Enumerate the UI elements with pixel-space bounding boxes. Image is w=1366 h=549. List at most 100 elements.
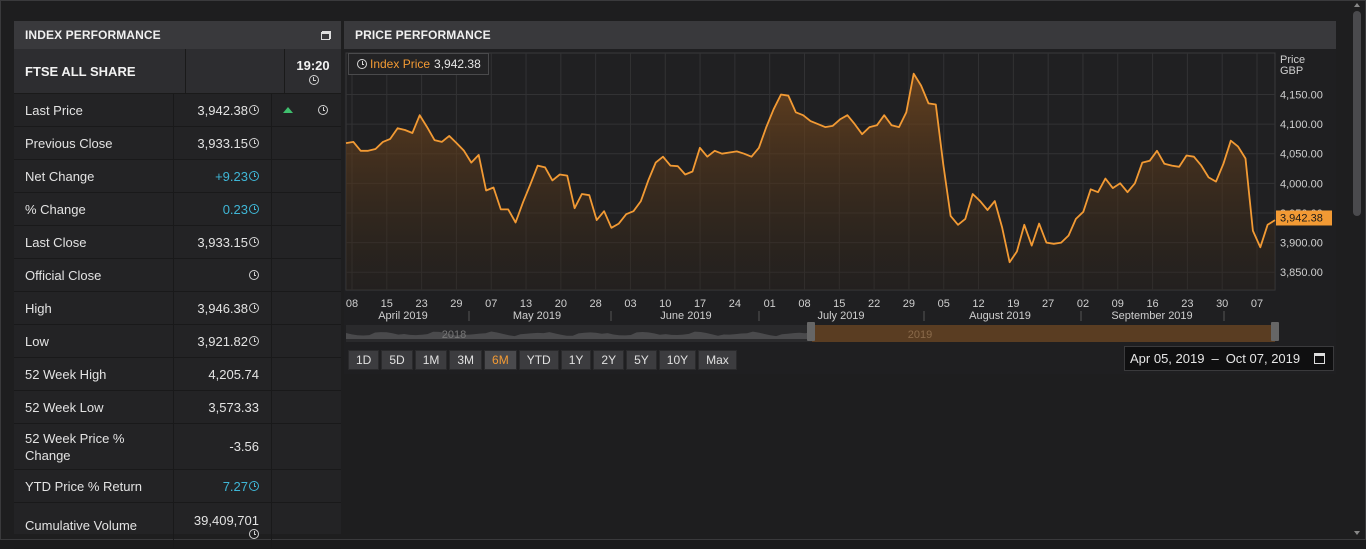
- x-tick-label: 09: [1112, 298, 1124, 310]
- price-chart: 4,150.004,100.004,050.004,000.003,950.00…: [344, 49, 1336, 374]
- stat-value: 3,921.82: [174, 325, 272, 357]
- stat-value: 3,933.15: [174, 226, 272, 258]
- clock-icon: [249, 481, 259, 491]
- x-tick-label: 07: [485, 298, 497, 310]
- clock-icon: [357, 59, 367, 69]
- x-tick-label: 15: [381, 298, 393, 310]
- navigator-handle-left: [807, 322, 815, 341]
- stat-value: 4,205.74: [174, 358, 272, 390]
- scroll-up-icon[interactable]: [1354, 3, 1360, 7]
- index-performance-header: INDEX PERFORMANCE: [14, 21, 341, 49]
- stat-label: Last Price: [14, 94, 174, 126]
- y-tick-label: 4,050.00: [1280, 149, 1323, 161]
- table-row: High 3,946.38: [14, 292, 341, 325]
- table-row: Last Price 3,942.38: [14, 94, 341, 127]
- stat-value-text: -3.56: [229, 439, 259, 454]
- x-tick-label: 16: [1146, 298, 1158, 310]
- x-tick-label: 29: [903, 298, 915, 310]
- date-to[interactable]: Oct 07, 2019: [1226, 351, 1300, 366]
- x-tick-label: 17: [694, 298, 706, 310]
- y-tick-label: 4,150.00: [1280, 89, 1323, 101]
- x-tick-label: 12: [972, 298, 984, 310]
- table-row: Net Change +9.23: [14, 160, 341, 193]
- range-button-6m[interactable]: 6M: [484, 350, 517, 370]
- stat-label: YTD Price % Return: [14, 470, 174, 502]
- table-row: Last Close 3,933.15: [14, 226, 341, 259]
- x-month-label: May 2019: [513, 310, 561, 322]
- stat-value-text: +9.23: [215, 168, 248, 184]
- x-tick-label: 08: [346, 298, 358, 310]
- price-performance-header: PRICE PERFORMANCE: [344, 21, 1336, 49]
- x-tick-label: 19: [1007, 298, 1019, 310]
- scrollbar-thumb[interactable]: [1353, 11, 1361, 216]
- range-button-ytd[interactable]: YTD: [518, 350, 559, 370]
- x-tick-label: 20: [555, 298, 567, 310]
- y-tick-label: 4,100.00: [1280, 119, 1323, 131]
- table-row: Cumulative Volume 39,409,701: [14, 503, 341, 549]
- legend-series-name: Index Price: [370, 57, 431, 71]
- scroll-down-icon[interactable]: [1354, 531, 1360, 535]
- y-tick-label: 4,000.00: [1280, 178, 1323, 190]
- stat-label: Last Close: [14, 226, 174, 258]
- clock-icon: [249, 237, 259, 247]
- range-selector: 1D 5D 1M 3M 6M YTD 1Y 2Y 5Y 10Y Max: [348, 350, 737, 370]
- x-tick-label: 29: [450, 298, 462, 310]
- stat-value: -3.56: [174, 424, 272, 469]
- y-tick-label: 3,900.00: [1280, 238, 1323, 250]
- range-button-10y[interactable]: 10Y: [658, 350, 697, 370]
- table-row: YTD Price % Return 7.27: [14, 470, 341, 503]
- popout-icon[interactable]: [321, 30, 331, 40]
- table-row: 52 Week High 4,205.74: [14, 358, 341, 391]
- stat-label: 52 Week Price % Change: [14, 424, 174, 469]
- stat-label: High: [14, 292, 174, 324]
- date-from[interactable]: Apr 05, 2019: [1130, 351, 1204, 366]
- x-tick-label: 23: [1181, 298, 1193, 310]
- x-tick-label: 13: [520, 298, 532, 310]
- clock-icon: [249, 303, 259, 313]
- y-tick-label: 3,850.00: [1280, 267, 1323, 279]
- x-month-label: June 2019: [660, 310, 711, 322]
- index-performance-panel: INDEX PERFORMANCE FTSE ALL SHARE 19:20 L…: [14, 21, 341, 549]
- range-button-1d[interactable]: 1D: [348, 350, 380, 370]
- x-tick-label: 15: [833, 298, 845, 310]
- x-month-label: September 2019: [1111, 310, 1192, 322]
- stat-value: 39,409,701: [174, 503, 272, 548]
- index-subheader: FTSE ALL SHARE 19:20: [14, 49, 341, 94]
- range-button-1y[interactable]: 1Y: [560, 350, 592, 370]
- range-button-5d[interactable]: 5D: [381, 350, 413, 370]
- price-chart-svg[interactable]: 4,150.004,100.004,050.004,000.003,950.00…: [344, 49, 1336, 374]
- range-button-3m[interactable]: 3M: [449, 350, 483, 370]
- range-button-2y[interactable]: 2Y: [593, 350, 625, 370]
- range-button-5y[interactable]: 5Y: [626, 350, 657, 370]
- up-arrow-icon: [283, 107, 293, 113]
- table-row: Official Close: [14, 259, 341, 292]
- clock-icon: [249, 105, 259, 115]
- chart-legend[interactable]: Index Price 3,942.38: [348, 53, 489, 75]
- vertical-scrollbar[interactable]: [1351, 1, 1363, 537]
- stat-value-text: 0.23: [222, 201, 248, 217]
- quote-time-label: 19:20: [296, 57, 330, 73]
- stat-value: 3,933.15: [174, 127, 272, 159]
- quote-time: 19:20: [285, 49, 341, 93]
- calendar-icon[interactable]: [1314, 353, 1325, 364]
- price-performance-title: PRICE PERFORMANCE: [355, 28, 491, 42]
- x-tick-label: 23: [415, 298, 427, 310]
- stat-value: 3,942.38: [174, 94, 272, 126]
- x-tick-label: 22: [868, 298, 880, 310]
- navigator-window: [812, 325, 1275, 342]
- stat-value-text: 3,942.38: [197, 102, 248, 118]
- date-range-picker[interactable]: Apr 05, 2019 – Oct 07, 2019: [1124, 346, 1334, 371]
- x-tick-label: 05: [938, 298, 950, 310]
- stat-value-text: 7.27: [222, 478, 248, 494]
- clock-icon: [249, 270, 259, 280]
- range-button-1m[interactable]: 1M: [414, 350, 448, 370]
- index-stats-table: Last Price 3,942.38 Previous Close 3,933.15…: [14, 94, 341, 549]
- last-value-label: 3,942.38: [1280, 212, 1323, 224]
- clock-icon: [249, 138, 259, 148]
- navigator-label: 2018: [442, 329, 466, 341]
- table-row: 52 Week Price % Change -3.56: [14, 424, 341, 470]
- stat-label: % Change: [14, 193, 174, 225]
- range-button-max[interactable]: Max: [698, 350, 737, 370]
- x-month-label: August 2019: [969, 310, 1031, 322]
- stat-value: 0.23: [174, 193, 272, 225]
